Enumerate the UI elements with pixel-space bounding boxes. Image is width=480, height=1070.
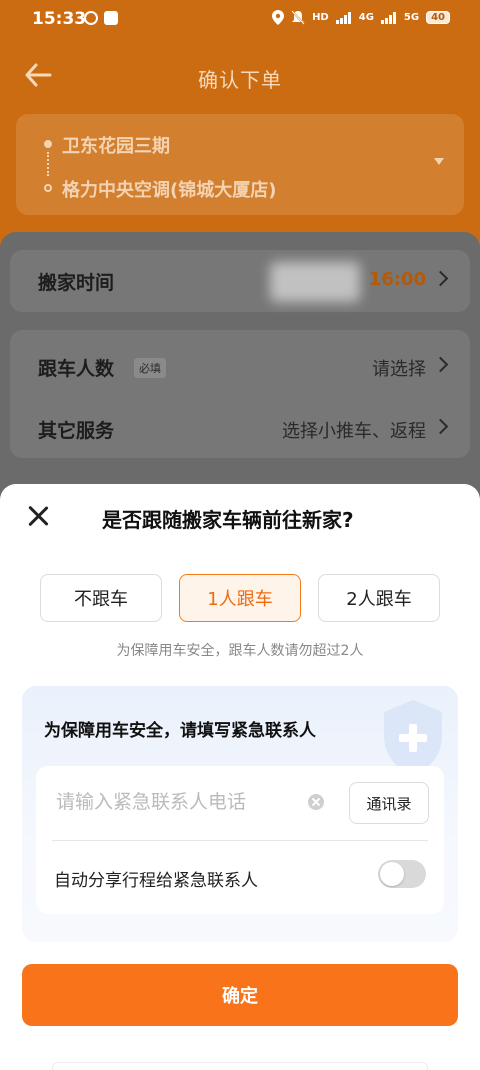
riders-label: 跟车人数 bbox=[38, 358, 115, 380]
option-no-rider[interactable]: 不跟车 bbox=[40, 574, 162, 622]
network-hd-label: HD bbox=[312, 12, 329, 23]
riders-value: 请选择 bbox=[372, 359, 426, 380]
mute-icon bbox=[291, 10, 305, 25]
emergency-contact-title: 为保障用车安全，请填写紧急联系人 bbox=[44, 721, 316, 741]
battery-icon: 40 bbox=[426, 11, 450, 24]
rider-modal: 是否跟随搬家车辆前往新家? 不跟车 1人跟车 2人跟车 为保障用车安全，跟车人数… bbox=[0, 484, 480, 1070]
notification-app-icon bbox=[104, 11, 118, 25]
option-two-riders[interactable]: 2人跟车 bbox=[318, 574, 440, 622]
other-services-value: 选择小推车、返程 bbox=[282, 421, 426, 442]
close-icon[interactable] bbox=[24, 502, 52, 530]
caret-down-icon[interactable] bbox=[434, 158, 444, 165]
chevron-right-icon bbox=[432, 356, 449, 373]
destination-dot-icon bbox=[44, 184, 52, 192]
divider bbox=[52, 840, 428, 841]
clear-icon[interactable] bbox=[308, 794, 324, 810]
location-icon bbox=[272, 10, 285, 25]
signal-icon-2 bbox=[380, 11, 396, 24]
origin-address: 卫东花园三期 bbox=[62, 136, 170, 157]
network-5g-label: 5G bbox=[403, 12, 420, 23]
toggle-knob bbox=[380, 862, 404, 886]
notification-k-icon bbox=[84, 11, 98, 25]
share-trip-toggle[interactable] bbox=[378, 860, 426, 888]
other-services-label: 其它服务 bbox=[38, 420, 115, 442]
signal-icon bbox=[335, 11, 351, 24]
move-time-card: 搬家时间 16:00 bbox=[10, 250, 470, 312]
chevron-right-icon bbox=[432, 270, 449, 287]
rider-options: 不跟车 1人跟车 2人跟车 bbox=[40, 574, 440, 622]
contact-form: 通讯录 自动分享行程给紧急联系人 bbox=[36, 766, 444, 914]
status-right-icons: HD 4G 5G 40 bbox=[272, 10, 450, 25]
option-one-rider[interactable]: 1人跟车 bbox=[179, 574, 301, 622]
blurred-date bbox=[270, 262, 360, 302]
destination-address: 格力中央空调(锦城大厦店) bbox=[62, 180, 277, 201]
notification-icons bbox=[84, 11, 118, 25]
service-card: 跟车人数 必填 请选择 其它服务 选择小推车、返程 bbox=[10, 330, 470, 458]
origin-dot-icon bbox=[44, 140, 52, 148]
route-card[interactable]: 卫东花园三期 格力中央空调(锦城大厦店) bbox=[16, 114, 464, 215]
route-line bbox=[47, 152, 49, 176]
page-title: 确认下单 bbox=[198, 68, 282, 92]
share-trip-label: 自动分享行程给紧急联系人 bbox=[54, 871, 258, 891]
status-bar: 15:33 HD 4G 5G 40 bbox=[0, 0, 480, 38]
emergency-contact-card: 为保障用车安全，请填写紧急联系人 通讯录 自动分享行程给紧急联系人 bbox=[22, 686, 458, 942]
emergency-phone-input[interactable] bbox=[56, 780, 306, 824]
contacts-button[interactable]: 通讯录 bbox=[349, 782, 429, 824]
move-time-value: 16:00 bbox=[368, 269, 426, 290]
required-badge: 必填 bbox=[134, 358, 166, 378]
rider-hint: 为保障用车安全，跟车人数请勿超过2人 bbox=[116, 643, 364, 659]
riders-row[interactable]: 跟车人数 必填 请选择 bbox=[10, 336, 470, 396]
status-time: 15:33 bbox=[32, 9, 87, 29]
other-services-row[interactable]: 其它服务 选择小推车、返程 bbox=[10, 398, 470, 458]
bottom-edge bbox=[52, 1062, 428, 1070]
header-area: 15:33 HD 4G 5G 40 确认下单 卫东花园三期 格力中央空调(锦城大 bbox=[0, 0, 480, 250]
move-time-row[interactable]: 搬家时间 16:00 bbox=[10, 250, 470, 310]
network-4g-label: 4G bbox=[358, 12, 374, 23]
nav-bar: 确认下单 bbox=[0, 50, 480, 100]
move-time-label: 搬家时间 bbox=[38, 272, 115, 294]
confirm-button[interactable]: 确定 bbox=[22, 964, 458, 1026]
modal-title: 是否跟随搬家车辆前往新家? bbox=[102, 508, 354, 532]
chevron-right-icon bbox=[432, 418, 449, 435]
